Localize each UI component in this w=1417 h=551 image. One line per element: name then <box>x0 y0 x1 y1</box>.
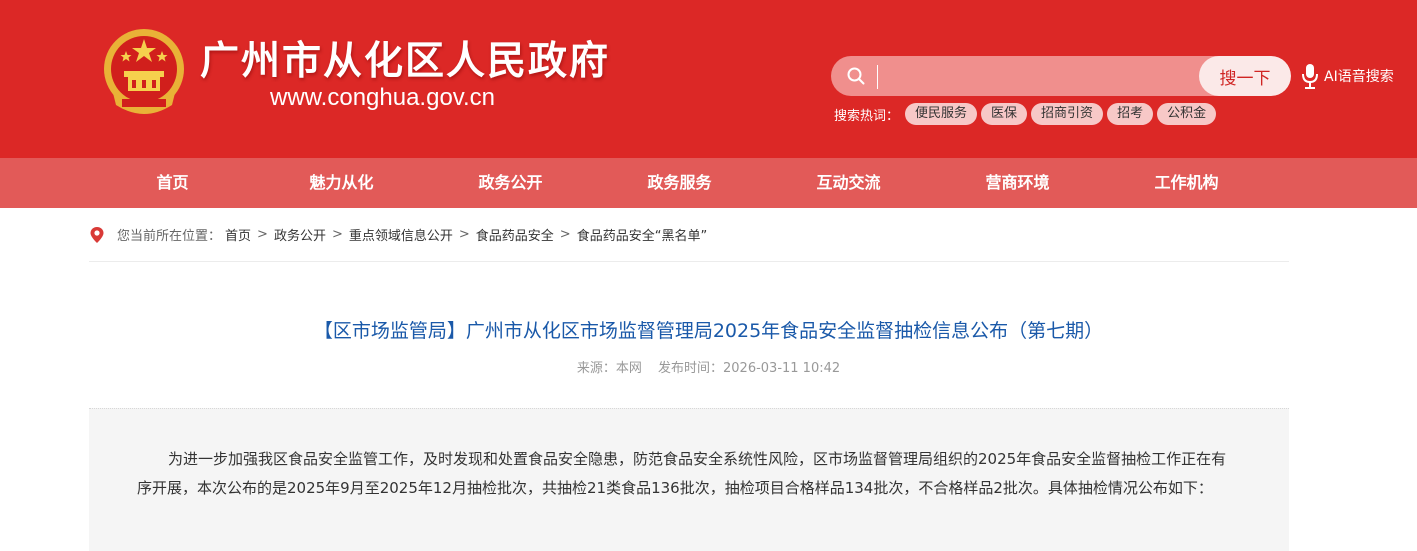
national-emblem-icon[interactable] <box>102 27 186 115</box>
search-button[interactable]: 搜一下 <box>1199 56 1291 96</box>
article-body: 为进一步加强我区食品安全监管工作，及时发现和处置食品安全隐患，防范食品安全系统性… <box>89 408 1289 551</box>
article-source: 来源：本网 <box>576 361 642 376</box>
breadcrumb-separator: > <box>257 227 268 242</box>
voice-search[interactable]: AI语音搜索 <box>1300 62 1394 90</box>
search-icon <box>847 67 865 85</box>
hot-tag-gongjijin[interactable]: 公积金 <box>1157 103 1217 125</box>
breadcrumb-gov-affairs[interactable]: 政务公开 <box>274 225 326 244</box>
nav-business-env[interactable]: 营商环境 <box>933 158 1102 208</box>
breadcrumb-blacklist[interactable]: 食品药品安全“黑名单” <box>577 225 707 244</box>
nav-agencies[interactable]: 工作机构 <box>1102 158 1271 208</box>
article-meta: 来源：本网 发布时间：2026-03-11 10:42 <box>0 357 1417 376</box>
hot-tag-bianmin[interactable]: 便民服务 <box>905 103 978 125</box>
breadcrumb-separator: > <box>559 227 571 242</box>
nav-gov-services[interactable]: 政务服务 <box>595 158 764 208</box>
breadcrumb-prefix: 您当前所在位置： <box>117 229 222 244</box>
hot-tag-zhaokao[interactable]: 招考 <box>1107 103 1154 125</box>
breadcrumb-food-drug[interactable]: 食品药品安全 <box>476 225 554 244</box>
breadcrumb-home[interactable]: 首页 <box>225 225 251 244</box>
location-pin-icon <box>90 226 104 243</box>
site-header: 广州市从化区人民政府 www.conghua.gov.cn 搜一下 AI语音搜索… <box>0 0 1417 158</box>
search-input[interactable] <box>877 65 1186 89</box>
article-paragraph: 为进一步加强我区食品安全监管工作，及时发现和处置食品安全隐患，防范食品安全系统性… <box>137 450 1227 497</box>
nav-gov-affairs[interactable]: 政务公开 <box>426 158 595 208</box>
breadcrumb-separator: > <box>458 227 470 242</box>
article-title: 【区市场监管局】广州市从化区市场监督管理局2025年食品安全监督抽检信息公布（第… <box>313 320 1104 342</box>
voice-search-label: AI语音搜索 <box>1324 69 1394 85</box>
hot-tag-yibao[interactable]: 医保 <box>981 103 1028 125</box>
search-box: 搜一下 <box>831 56 1291 96</box>
main-nav: 首页 魅力从化 政务公开 政务服务 互动交流 营商环境 工作机构 <box>0 158 1417 208</box>
nav-charm[interactable]: 魅力从化 <box>257 158 426 208</box>
hot-search: 搜索热词： 便民服务 医保 招商引资 招考 公积金 <box>834 103 1220 125</box>
article-publish-time: 发布时间：2026-03-11 10:42 <box>658 361 841 376</box>
hot-search-label: 搜索热词： <box>834 108 900 124</box>
site-url[interactable]: www.conghua.gov.cn <box>270 84 495 112</box>
hot-tag-zhaoshang[interactable]: 招商引资 <box>1031 103 1104 125</box>
nav-home[interactable]: 首页 <box>88 158 257 208</box>
microphone-icon <box>1302 64 1318 89</box>
nav-interaction[interactable]: 互动交流 <box>764 158 933 208</box>
site-name[interactable]: 广州市从化区人民政府 <box>200 30 610 86</box>
breadcrumb: 您当前所在位置： 首页 > 政务公开 > 重点领域信息公开 > 食品药品安全 >… <box>89 208 1289 262</box>
breadcrumb-key-areas[interactable]: 重点领域信息公开 <box>349 225 453 244</box>
breadcrumb-separator: > <box>331 227 343 242</box>
